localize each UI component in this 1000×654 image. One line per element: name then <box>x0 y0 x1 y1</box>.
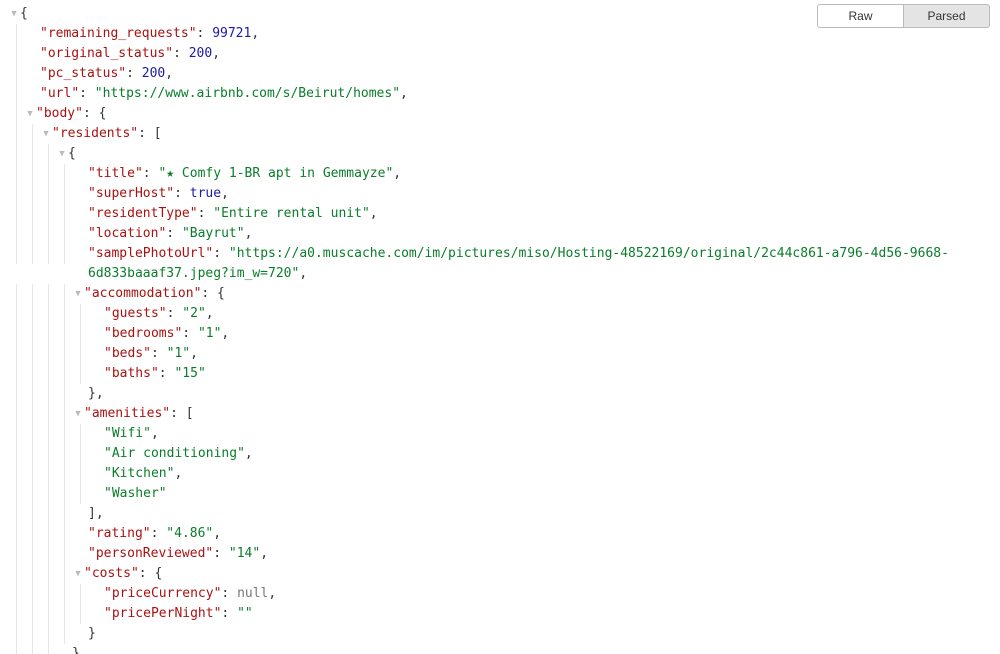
json-tree-viewer: Raw Parsed ▼ { "remaining_requests": 997… <box>0 0 1000 654</box>
prop-residenttype: "residentType": "Entire rental unit", <box>8 204 992 224</box>
view-mode-toggle: Raw Parsed <box>817 4 990 28</box>
prop-costs-close: } <box>8 624 992 644</box>
prop-amenities-close: ], <box>8 504 992 524</box>
prop-samplephotourl: "samplePhotoUrl": "https://a0.muscache.c… <box>8 244 992 284</box>
parsed-button[interactable]: Parsed <box>903 4 990 28</box>
prop-original-status: "original_status": 200, <box>8 44 992 64</box>
prop-baths: "baths": "15" <box>8 364 992 384</box>
resident-0-close: }, <box>8 644 992 654</box>
prop-location: "location": "Bayrut", <box>8 224 992 244</box>
prop-residents-open: ▼ "residents": [ <box>8 124 992 144</box>
prop-pc-status: "pc_status": 200, <box>8 64 992 84</box>
prop-body-open: ▼ "body": { <box>8 104 992 124</box>
toggle-icon[interactable]: ▼ <box>72 284 84 304</box>
prop-accommodation-open: ▼ "accommodation": { <box>8 284 992 304</box>
toggle-icon[interactable]: ▼ <box>40 124 52 144</box>
prop-pricepernight: "pricePerNight": "" <box>8 604 992 624</box>
toggle-icon[interactable]: ▼ <box>72 404 84 424</box>
prop-personreviewed: "personReviewed": "14", <box>8 544 992 564</box>
amenity-0: "Wifi", <box>8 424 992 444</box>
prop-superhost: "superHost": true, <box>8 184 992 204</box>
prop-pricecurrency: "priceCurrency": null, <box>8 584 992 604</box>
prop-rating: "rating": "4.86", <box>8 524 992 544</box>
toggle-icon[interactable]: ▼ <box>24 104 36 124</box>
amenity-2: "Kitchen", <box>8 464 992 484</box>
toggle-icon[interactable]: ▼ <box>72 564 84 584</box>
prop-bedrooms: "bedrooms": "1", <box>8 324 992 344</box>
prop-url: "url": "https://www.airbnb.com/s/Beirut/… <box>8 84 992 104</box>
toggle-icon[interactable]: ▼ <box>8 4 20 24</box>
resident-0-open: ▼ { <box>8 144 992 164</box>
prop-amenities-open: ▼ "amenities": [ <box>8 404 992 424</box>
amenity-1: "Air conditioning", <box>8 444 992 464</box>
prop-costs-open: ▼ "costs": { <box>8 564 992 584</box>
raw-button[interactable]: Raw <box>817 4 903 28</box>
prop-beds: "beds": "1", <box>8 344 992 364</box>
toggle-icon[interactable]: ▼ <box>56 144 68 164</box>
prop-title: "title": "★ Comfy 1-BR apt in Gemmayze", <box>8 164 992 184</box>
prop-guests: "guests": "2", <box>8 304 992 324</box>
amenity-3: "Washer" <box>8 484 992 504</box>
prop-accommodation-close: }, <box>8 384 992 404</box>
